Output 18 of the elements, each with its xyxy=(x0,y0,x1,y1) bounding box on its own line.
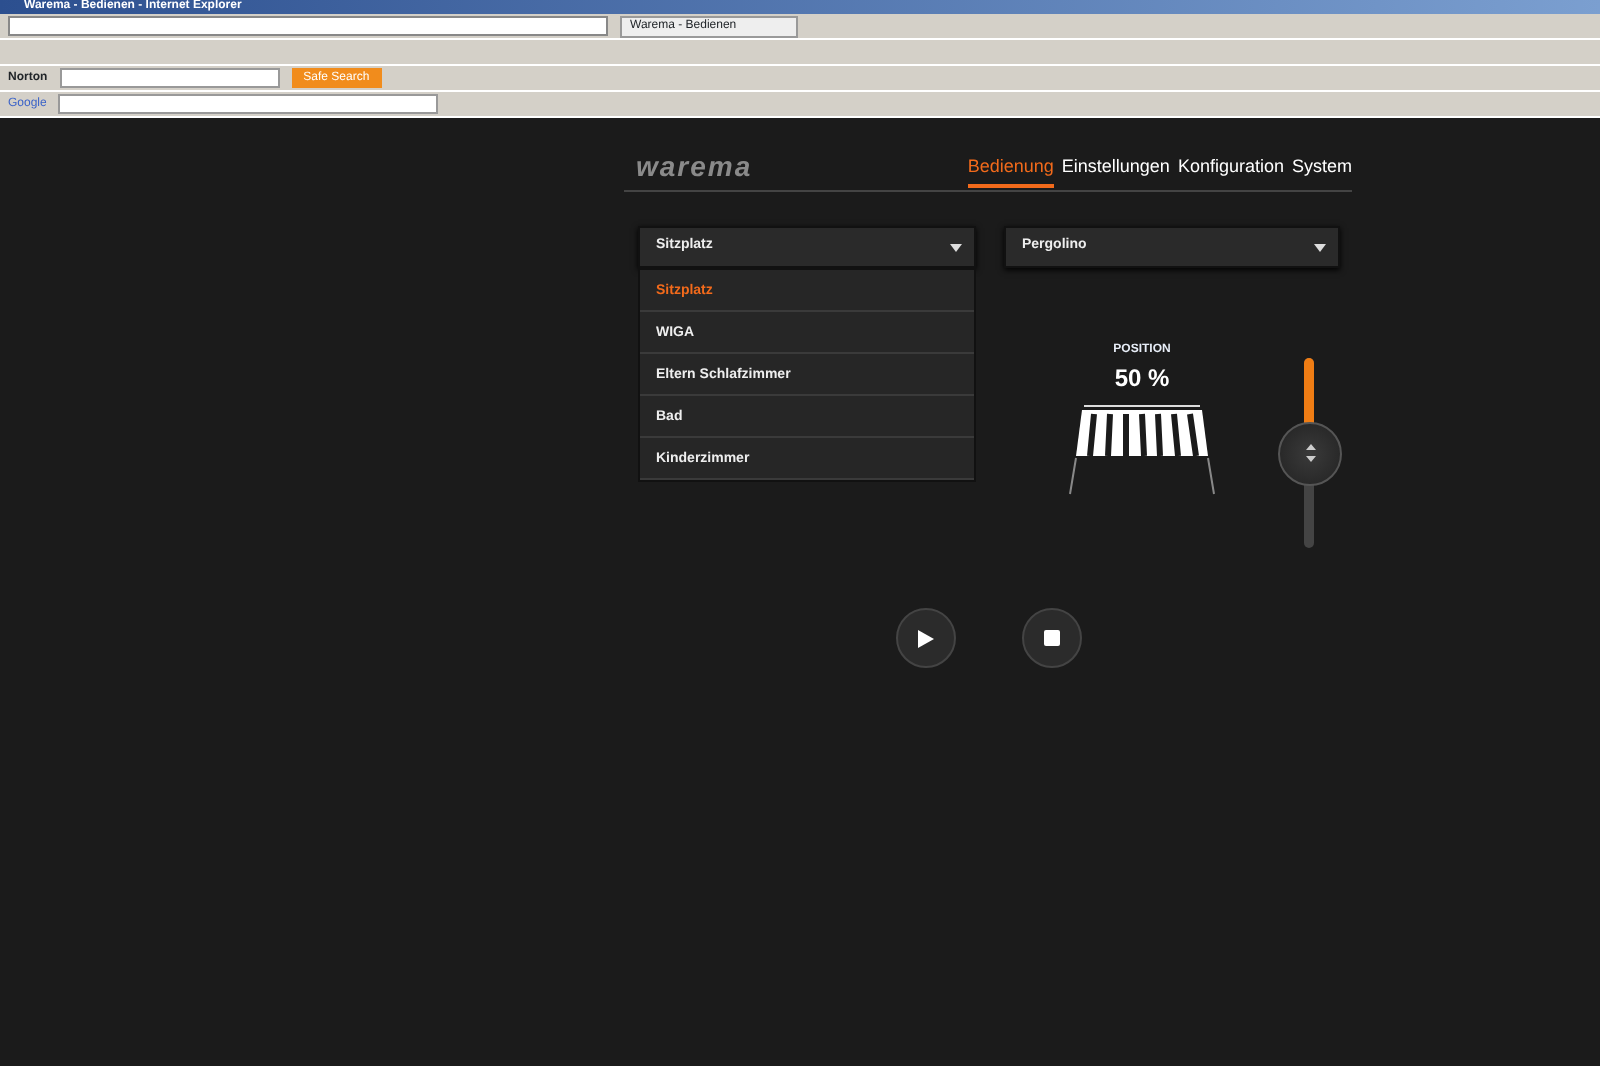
nav-tab[interactable]: Konfiguration xyxy=(1177,153,1284,188)
logo: warema xyxy=(634,148,753,186)
slider-handle[interactable] xyxy=(1278,421,1342,485)
google-search-field[interactable] xyxy=(58,94,439,114)
play-icon xyxy=(918,629,934,647)
search-field[interactable] xyxy=(59,68,280,88)
nav-tab[interactable]: Einstellungen xyxy=(1061,153,1170,188)
caret-icon xyxy=(1314,243,1326,251)
caret-icon xyxy=(950,243,962,251)
position-reading: 50 % xyxy=(1114,362,1170,396)
up-down-icon xyxy=(1305,444,1315,462)
stop-icon xyxy=(1044,630,1060,646)
nav-tab[interactable]: System xyxy=(1291,153,1352,188)
position-slider[interactable] xyxy=(1278,358,1342,548)
nav-tab[interactable]: Bedienung xyxy=(967,153,1054,188)
play-button[interactable] xyxy=(896,608,956,668)
address-field[interactable] xyxy=(8,16,608,36)
stop-button[interactable] xyxy=(1022,608,1082,668)
